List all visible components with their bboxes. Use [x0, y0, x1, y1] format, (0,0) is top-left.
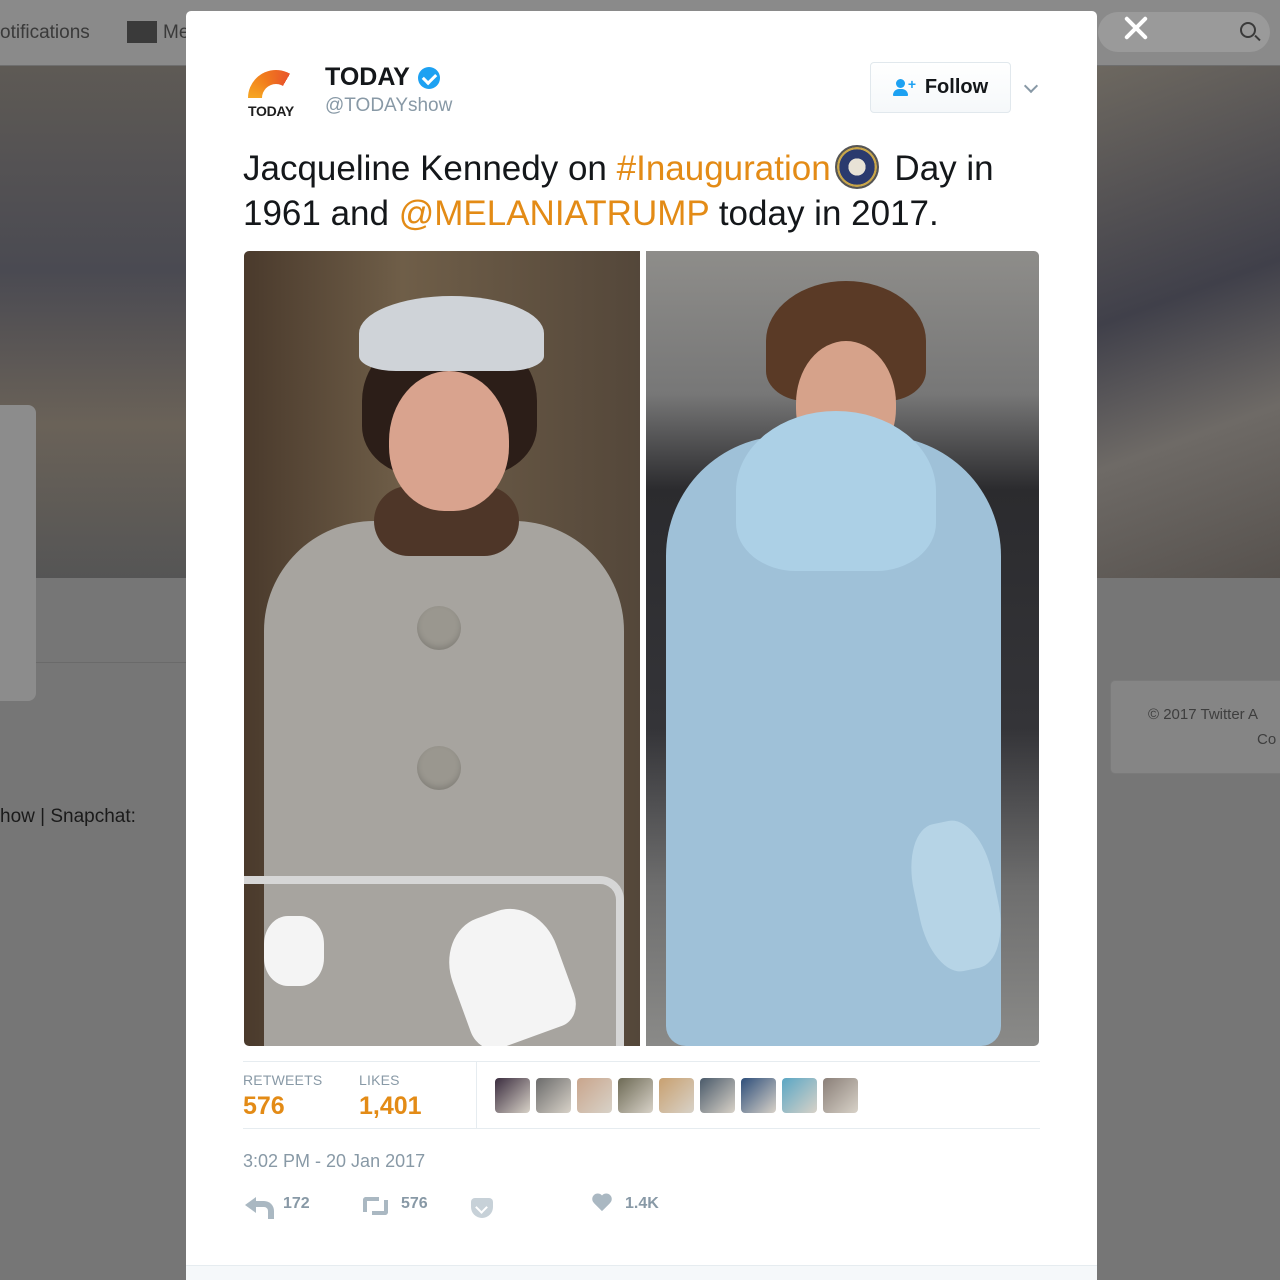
search-icon [1240, 22, 1256, 38]
likes-stat[interactable]: LIKES 1,401 [359, 1072, 422, 1121]
liker-avatar[interactable] [618, 1078, 653, 1113]
retweets-stat[interactable]: RETWEETS 576 [243, 1072, 322, 1121]
liker-avatar[interactable] [577, 1078, 612, 1113]
notifications-nav-item: otifications [0, 22, 90, 43]
liker-avatars [495, 1078, 858, 1113]
footer-link-fragment: Co [1257, 731, 1277, 748]
liker-avatar[interactable] [782, 1078, 817, 1113]
messages-icon [127, 21, 157, 43]
verified-badge-icon [418, 67, 440, 89]
follow-button-label: Follow [924, 76, 989, 98]
liker-avatar[interactable] [823, 1078, 858, 1113]
like-count: 1.4K [625, 1195, 659, 1212]
chevron-down-icon[interactable] [1024, 81, 1038, 95]
copyright-text: © 2017 Twitter A [1148, 706, 1259, 723]
modal-footer [186, 1265, 1097, 1280]
likes-count: 1,401 [359, 1092, 422, 1120]
likes-label: LIKES [359, 1072, 400, 1088]
follow-button[interactable]: + Follow [870, 62, 1011, 113]
background-footer: © 2017 Twitter A Co [1110, 680, 1280, 774]
tweet-timestamp[interactable]: 3:02 PM - 20 Jan 2017 [243, 1151, 425, 1172]
photo-melania-trump [646, 251, 1039, 1046]
liker-avatar[interactable] [536, 1078, 571, 1113]
author-handle[interactable]: @TODAYshow [325, 95, 452, 117]
background-bio-text: how | Snapchat: [0, 806, 136, 827]
like-button[interactable]: 1.4K [591, 1194, 659, 1214]
tweet-text-part: today in 2017. [709, 194, 939, 233]
retweet-count: 576 [401, 1195, 428, 1212]
avatar-logo-text: TODAY [248, 103, 294, 119]
background-card [0, 405, 36, 701]
pocket-button[interactable] [471, 1198, 493, 1218]
tweet-photo[interactable] [244, 251, 1039, 1046]
follow-user-icon: + [892, 76, 917, 98]
liker-avatar[interactable] [741, 1078, 776, 1113]
stats-divider [476, 1062, 477, 1129]
tweet-stats: RETWEETS 576 LIKES 1,401 [243, 1061, 1040, 1129]
retweets-label: RETWEETS [243, 1072, 323, 1088]
liker-avatar[interactable] [495, 1078, 530, 1113]
photo-jacqueline-kennedy [244, 251, 640, 1046]
retweet-icon [361, 1194, 389, 1215]
liker-avatar[interactable] [700, 1078, 735, 1113]
tweet-modal: TODAY TODAY @TODAYshow + Follow Jacqueli… [186, 11, 1097, 1280]
retweet-button[interactable]: 576 [361, 1194, 428, 1215]
background-banner-right [1097, 66, 1280, 578]
mention-link[interactable]: @MELANIATRUMP [399, 194, 709, 233]
avatar[interactable]: TODAY [242, 63, 314, 135]
reply-button[interactable]: 172 [245, 1194, 310, 1219]
liker-avatar[interactable] [659, 1078, 694, 1113]
tweet-text: Jacqueline Kennedy on #Inauguration Day … [243, 145, 1043, 236]
close-icon[interactable] [1118, 10, 1154, 46]
retweets-count: 576 [243, 1092, 285, 1120]
reply-count: 172 [283, 1195, 310, 1212]
hashtag-link[interactable]: #Inauguration [617, 149, 831, 188]
heart-icon [591, 1194, 613, 1214]
presidential-seal-icon [834, 145, 879, 189]
pocket-icon [471, 1198, 493, 1218]
reply-icon [245, 1194, 274, 1219]
author-name[interactable]: TODAY [325, 63, 410, 92]
tweet-text-part: Jacqueline Kennedy on [243, 149, 617, 188]
